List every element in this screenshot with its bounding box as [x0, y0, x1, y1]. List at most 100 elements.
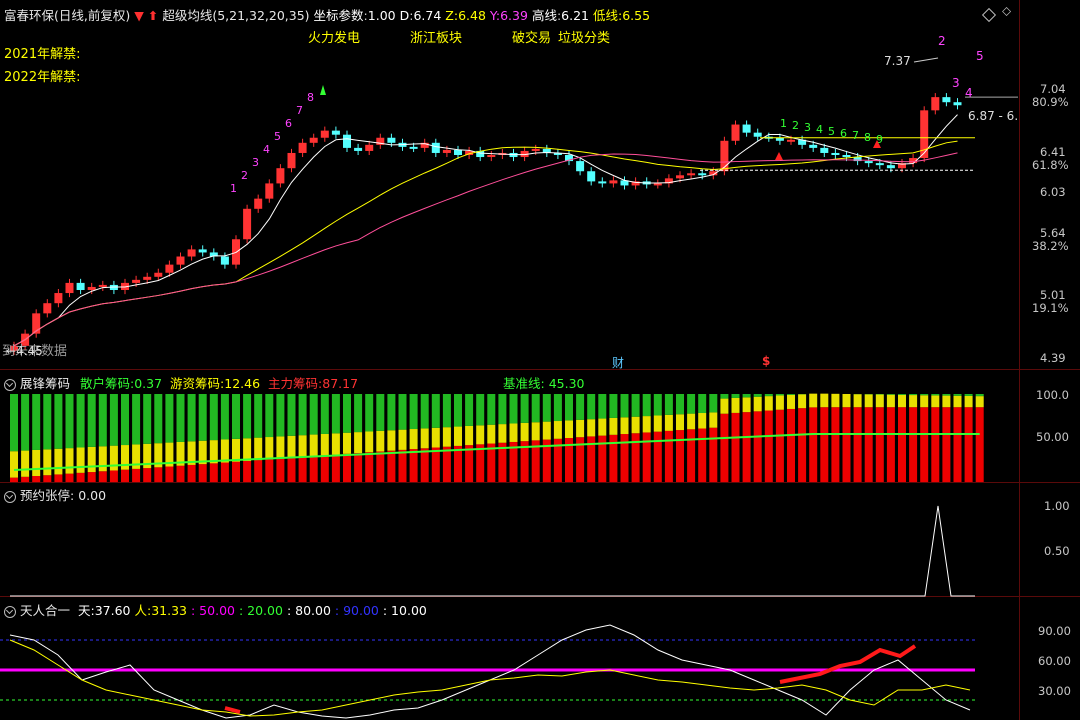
tag-zhejiang[interactable]: 浙江板块: [410, 27, 462, 46]
wave-count-mark: 6: [285, 117, 292, 130]
chip-main-bar: [398, 449, 407, 482]
tian-value: 37.60: [94, 603, 131, 618]
chip-retail-bar: [109, 394, 118, 446]
ren-value: 31.33: [151, 603, 188, 618]
dividend-badge[interactable]: $: [762, 354, 770, 368]
low-price-value: 4.45: [16, 344, 43, 358]
y-pct-19: 19.1%: [1032, 301, 1069, 315]
chip-retail-bar: [698, 394, 707, 414]
chip-hot-bar: [109, 445, 118, 471]
chip-retail-bar: [676, 394, 684, 415]
hot-money-label: 游资筹码:: [170, 376, 225, 391]
indicator-name[interactable]: 超级均线(5,21,32,20,35): [162, 8, 309, 23]
wave-count-mark: 4: [263, 143, 270, 156]
chip-hot-bar: [232, 438, 240, 462]
wave-count-mark: 3: [804, 121, 811, 134]
v20-value: : 20.00: [238, 603, 283, 618]
chip-main-bar: [709, 427, 718, 482]
chip-retail-bar: [10, 394, 18, 452]
chip-main-bar: [409, 449, 418, 482]
limit-y-1: 1.00: [1044, 499, 1070, 513]
stock-name[interactable]: 富春环保: [4, 8, 54, 23]
chip-hot-bar: [798, 394, 807, 409]
candle-body: [676, 175, 684, 179]
chip-hot-bar: [898, 394, 906, 408]
tag-carbon[interactable]: 破交易: [512, 27, 551, 46]
chip-main-bar: [76, 472, 85, 482]
chip-hot-bar: [720, 398, 729, 414]
chip-main-bar: [864, 407, 873, 482]
chip-hot-bar: [398, 429, 407, 450]
candle-body: [243, 208, 252, 240]
chip-retail-bar: [664, 394, 673, 415]
tianren-title[interactable]: 天人合一: [20, 603, 70, 618]
chip-main-bar: [54, 474, 63, 482]
pane-toggle-icon[interactable]: [4, 490, 16, 503]
finance-badge[interactable]: 财: [612, 354, 624, 371]
chip-retail-bar: [731, 394, 740, 398]
candle-body: [143, 276, 152, 280]
chip-hot-bar: [209, 440, 218, 464]
chip-main-bar: [975, 407, 984, 482]
chip-retail-bar: [431, 394, 440, 428]
limit-title[interactable]: 预约张停: [20, 488, 70, 503]
chip-retail-bar: [387, 394, 396, 431]
pane-toggle-icon[interactable]: [4, 378, 16, 391]
peak-pointer: [913, 57, 939, 63]
chip-hot-bar: [875, 394, 884, 408]
retail-value: 0.37: [134, 376, 163, 391]
chip-main-bar: [65, 473, 74, 482]
main-force-label: 主力筹码:: [268, 376, 323, 391]
candle-body: [43, 303, 52, 314]
tag-power[interactable]: 火力发电: [308, 27, 360, 46]
tianren-y-30: 30.00: [1038, 684, 1071, 698]
chip-main-bar: [43, 475, 52, 482]
chip-retail-bar: [420, 394, 429, 429]
chip-retail-bar: [298, 394, 307, 436]
chip-hot-bar: [820, 393, 829, 408]
pane-toggle-icon[interactable]: [4, 605, 16, 618]
high-value: 6.21: [561, 8, 590, 23]
chip-retail-bar: [931, 394, 940, 396]
chip-main-bar: [964, 407, 973, 482]
chip-hot-bar: [709, 412, 718, 428]
chip-main-bar: [431, 447, 440, 482]
v80-value: : 80.00: [286, 603, 331, 618]
chip-retail-bar: [32, 394, 41, 450]
chip-main-bar: [209, 463, 218, 482]
chip-hot-bar: [620, 417, 629, 435]
chip-retail-bar: [98, 394, 107, 447]
z-label: Z: [445, 8, 454, 23]
chip-hot-bar: [243, 438, 252, 461]
main-force-value: 87.17: [322, 376, 359, 391]
moving-average-line: [13, 140, 958, 347]
chip-retail-bar: [354, 394, 363, 433]
period-mode[interactable]: (日线,前复权): [54, 8, 130, 23]
tag-garbage[interactable]: 垃圾分类: [558, 27, 610, 46]
wave-count-mark: 1: [230, 182, 237, 195]
expand-icon[interactable]: ⬦: [1002, 4, 1011, 19]
chip-hot-bar: [664, 414, 673, 431]
chip-retail-bar: [909, 394, 918, 396]
v90-value: : 90.00: [334, 603, 379, 618]
chip-hot-bar: [853, 394, 862, 408]
chip-main-bar: [343, 453, 351, 482]
chip-retail-bar: [620, 394, 629, 418]
candle-body: [220, 256, 229, 265]
chips-title[interactable]: 展锋筹码: [20, 376, 70, 391]
candle-body: [587, 171, 596, 182]
candle-body: [309, 137, 318, 143]
main-header: 富春环保(日线,前复权) ▼ ⬆ 超级均线(5,21,32,20,35) 坐标参…: [4, 8, 651, 23]
chip-main-bar: [298, 457, 307, 482]
candle-body: [176, 256, 185, 265]
chip-main-bar: [98, 471, 107, 482]
tianren-y-90: 90.00: [1038, 624, 1071, 638]
chip-hot-bar: [420, 428, 429, 449]
chip-main-bar: [775, 409, 784, 482]
candle-body: [787, 139, 795, 142]
chip-hot-bar: [687, 413, 696, 430]
chip-main-bar: [820, 407, 829, 482]
chip-main-bar: [842, 407, 851, 482]
chip-hot-bar: [76, 447, 85, 473]
chip-main-bar: [875, 407, 884, 482]
